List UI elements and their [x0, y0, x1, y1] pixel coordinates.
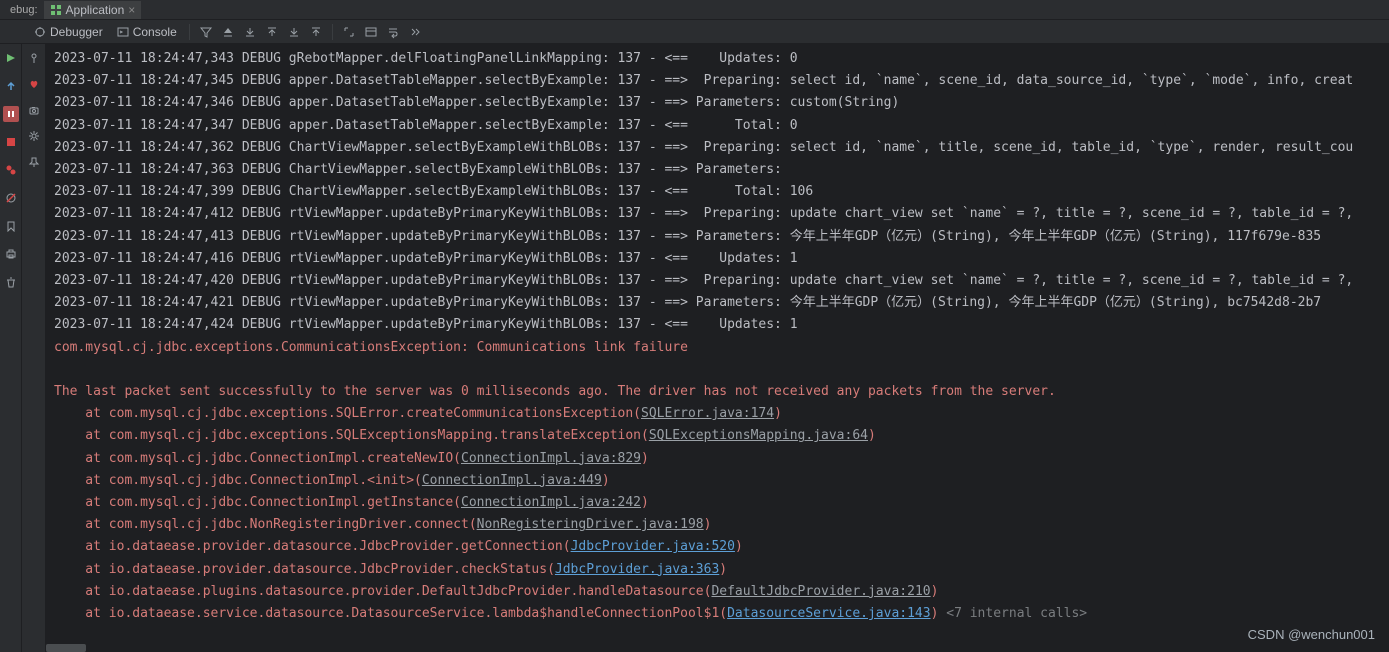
separator [332, 24, 333, 40]
log-line [54, 359, 1389, 381]
grid-icon [50, 4, 62, 16]
pause-icon[interactable] [3, 106, 19, 122]
heart-icon[interactable] [26, 76, 42, 92]
camera-icon[interactable] [26, 102, 42, 118]
console-icon [117, 26, 129, 38]
tack-icon[interactable] [26, 154, 42, 170]
source-link[interactable]: SQLError.java:174 [641, 406, 774, 421]
upload-icon[interactable] [262, 22, 282, 42]
upload2-icon[interactable] [306, 22, 326, 42]
log-line: 2023-07-11 18:24:47,421 DEBUG rtViewMapp… [54, 292, 1389, 314]
separator [189, 24, 190, 40]
console-output[interactable]: 2023-07-11 18:24:47,343 DEBUG gRebotMapp… [46, 44, 1389, 652]
debug-toolbar: Debugger Console [0, 20, 1389, 44]
console-gutter [22, 44, 46, 652]
pane-label: ebug: [4, 4, 44, 16]
run-gutter [0, 44, 22, 652]
close-icon[interactable]: × [128, 3, 135, 17]
log-line: 2023-07-11 18:24:47,413 DEBUG rtViewMapp… [54, 226, 1389, 248]
scroll-end-icon[interactable] [405, 22, 425, 42]
log-line: at io.dataease.provider.datasource.JdbcP… [54, 536, 1389, 558]
source-link[interactable]: JdbcProvider.java:520 [571, 539, 735, 554]
tab-application[interactable]: Application × [44, 1, 142, 19]
pin-icon[interactable] [26, 50, 42, 66]
log-line: 2023-07-11 18:24:47,362 DEBUG ChartViewM… [54, 137, 1389, 159]
breakpoints-icon[interactable] [3, 162, 19, 178]
log-line: The last packet sent successfully to the… [54, 381, 1389, 403]
console-tab[interactable]: Console [111, 23, 183, 41]
log-line: 2023-07-11 18:24:47,363 DEBUG ChartViewM… [54, 159, 1389, 181]
print-icon[interactable] [3, 246, 19, 262]
bookmark-icon[interactable] [3, 218, 19, 234]
gear-icon[interactable] [26, 128, 42, 144]
log-line: 2023-07-11 18:24:47,416 DEBUG rtViewMapp… [54, 248, 1389, 270]
wrap-icon[interactable] [383, 22, 403, 42]
log-line: 2023-07-11 18:24:47,420 DEBUG rtViewMapp… [54, 270, 1389, 292]
log-line: 2023-07-11 18:24:47,346 DEBUG apper.Data… [54, 92, 1389, 114]
source-link[interactable]: ConnectionImpl.java:242 [461, 495, 641, 510]
log-line: 2023-07-11 18:24:47,424 DEBUG rtViewMapp… [54, 314, 1389, 336]
mute-bp-icon[interactable] [3, 190, 19, 206]
log-line: at io.dataease.provider.datasource.JdbcP… [54, 559, 1389, 581]
source-link[interactable]: SQLExceptionsMapping.java:64 [649, 428, 868, 443]
debugger-tab[interactable]: Debugger [28, 23, 109, 41]
log-line: 2023-07-11 18:24:47,347 DEBUG apper.Data… [54, 115, 1389, 137]
log-line: 2023-07-11 18:24:47,343 DEBUG gRebotMapp… [54, 48, 1389, 70]
log-line: 2023-07-11 18:24:47,399 DEBUG ChartViewM… [54, 181, 1389, 203]
log-line: at io.dataease.plugins.datasource.provid… [54, 581, 1389, 603]
log-line: at com.mysql.cj.jdbc.ConnectionImpl.getI… [54, 492, 1389, 514]
source-link[interactable]: ConnectionImpl.java:449 [422, 473, 602, 488]
log-line: at com.mysql.cj.jdbc.exceptions.SQLError… [54, 403, 1389, 425]
source-link[interactable]: DefaultJdbcProvider.java:210 [711, 584, 930, 599]
source-link[interactable]: JdbcProvider.java:363 [555, 562, 719, 577]
watermark: CSDN @wenchun001 [1248, 627, 1375, 642]
log-line: 2023-07-11 18:24:47,345 DEBUG apper.Data… [54, 70, 1389, 92]
log-line: at com.mysql.cj.jdbc.NonRegisteringDrive… [54, 514, 1389, 536]
log-line: at com.mysql.cj.jdbc.ConnectionImpl.crea… [54, 448, 1389, 470]
log-line: com.mysql.cj.jdbc.exceptions.Communicati… [54, 337, 1389, 359]
download-icon[interactable] [240, 22, 260, 42]
filter-icon[interactable] [196, 22, 216, 42]
source-link[interactable]: NonRegisteringDriver.java:198 [477, 517, 704, 532]
expand-icon[interactable] [339, 22, 359, 42]
stop-icon[interactable] [3, 134, 19, 150]
log-line: at com.mysql.cj.jdbc.exceptions.SQLExcep… [54, 425, 1389, 447]
debug-tabs-bar: ebug: Application × [0, 0, 1389, 20]
source-link[interactable]: ConnectionImpl.java:829 [461, 451, 641, 466]
download2-icon[interactable] [284, 22, 304, 42]
trash-icon[interactable] [3, 274, 19, 290]
rerun-icon[interactable] [3, 50, 19, 66]
up-icon[interactable] [3, 78, 19, 94]
log-line: 2023-07-11 18:24:47,412 DEBUG rtViewMapp… [54, 203, 1389, 225]
tab-label: Application [66, 3, 125, 17]
horizontal-scrollbar[interactable] [46, 644, 86, 652]
source-link[interactable]: DatasourceService.java:143 [727, 606, 931, 621]
log-line: at com.mysql.cj.jdbc.ConnectionImpl.<ini… [54, 470, 1389, 492]
layout-icon[interactable] [361, 22, 381, 42]
bug-icon [34, 26, 46, 38]
scroll-up-icon[interactable] [218, 22, 238, 42]
log-line: at io.dataease.service.datasource.Dataso… [54, 603, 1389, 625]
